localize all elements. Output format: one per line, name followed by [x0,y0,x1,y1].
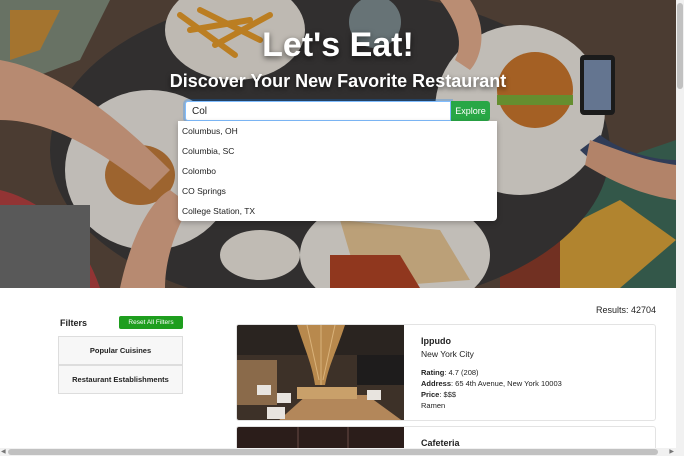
scroll-right-icon[interactable]: ▶ [669,448,674,456]
restaurant-address: Address: 65 4th Avenue, New York 10003 [421,379,562,388]
restaurant-name[interactable]: Cafeteria [421,438,460,448]
scroll-left-icon[interactable]: ◀ [1,448,6,456]
restaurant-image [237,325,404,420]
restaurant-details: Ippudo New York City Rating: 4.7 (208) A… [421,336,562,412]
restaurant-cuisine: Ramen [421,401,446,410]
horizontal-scroll-thumb[interactable] [8,449,658,455]
restaurant-card[interactable]: Ippudo New York City Rating: 4.7 (208) A… [236,324,656,421]
hero-title: Let's Eat! [262,26,414,64]
suggestion-item[interactable]: Columbia, SC [178,141,497,161]
filter-restaurant-establishments[interactable]: Restaurant Establishments [58,365,183,394]
filters-title: Filters [60,318,88,328]
restaurant-name[interactable]: Ippudo [421,336,562,346]
suggestion-item[interactable]: College Station, TX [178,201,497,221]
restaurant-price: Price: $$$ [421,390,457,399]
suggestion-item[interactable]: Colombo [178,161,497,181]
vertical-scrollbar[interactable] [676,0,684,448]
search-suggestions-dropdown: Columbus, OH Columbia, SC Colombo CO Spr… [178,121,497,221]
explore-button[interactable]: Explore [451,101,490,121]
search-bar: Explore [185,101,490,121]
reset-filters-button[interactable]: Reset All Filters [119,316,183,329]
restaurant-city: New York City [421,349,474,359]
hero-subtitle: Discover Your New Favorite Restaurant [169,71,507,91]
horizontal-scrollbar[interactable]: ◀ ▶ [0,448,684,456]
results-count: Results: 42704 [595,305,656,315]
suggestion-item[interactable]: CO Springs [178,181,497,201]
restaurant-rating: Rating: 4.7 (208) [421,368,479,377]
search-input[interactable] [185,101,451,121]
suggestion-item[interactable]: Columbus, OH [178,121,497,141]
vertical-scroll-thumb[interactable] [677,3,683,89]
filter-popular-cuisines[interactable]: Popular Cuisines [58,336,183,365]
